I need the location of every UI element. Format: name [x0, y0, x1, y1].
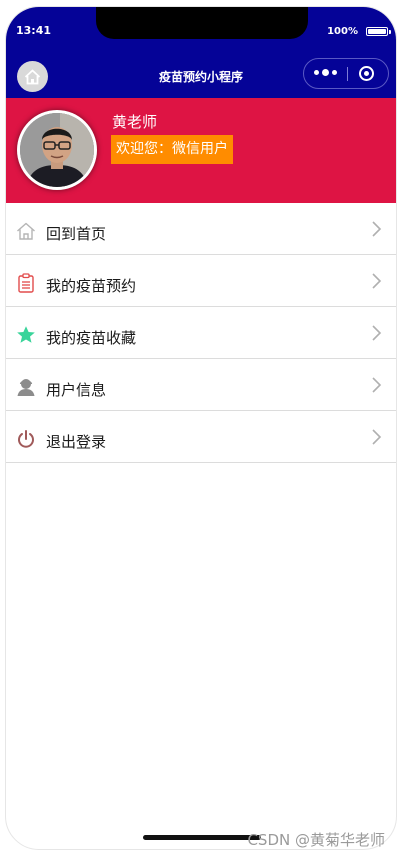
capsule-divider	[347, 67, 348, 81]
more-button[interactable]	[314, 69, 337, 76]
welcome-badge: 欢迎您：微信用户	[111, 135, 233, 164]
menu-list: 回到首页 我的疫苗预约 我的疫苗收藏 用户信息 退出登录	[6, 203, 396, 463]
menu-item-label: 我的疫苗预约	[46, 277, 137, 295]
status-time: 13:41	[16, 24, 52, 37]
menu-item-label: 我的疫苗收藏	[46, 329, 137, 347]
chevron-right-icon	[372, 377, 382, 393]
user-icon	[17, 379, 35, 396]
watermark: CSDN @黄菊华老师	[247, 831, 385, 849]
menu-item-label: 用户信息	[46, 381, 107, 399]
avatar[interactable]	[17, 110, 97, 190]
notch	[96, 7, 308, 39]
profile-banner: 黄老师 欢迎您：微信用户	[6, 98, 396, 203]
home-indicator	[143, 835, 261, 840]
menu-item-home[interactable]: 回到首页	[6, 203, 396, 255]
chevron-right-icon	[372, 273, 382, 289]
menu-item-my-favorites[interactable]: 我的疫苗收藏	[6, 307, 396, 359]
user-name: 黄老师	[112, 113, 158, 131]
avatar-image	[20, 113, 94, 187]
star-icon	[17, 326, 35, 343]
chevron-right-icon	[372, 221, 382, 237]
menu-item-label: 回到首页	[46, 225, 107, 243]
battery-icon	[366, 27, 388, 36]
avatar-photo	[20, 113, 94, 187]
menu-item-user-info[interactable]: 用户信息	[6, 359, 396, 411]
more-dot-icon	[332, 70, 337, 75]
power-icon	[18, 430, 34, 448]
header: 13:41 100% 疫苗预约小程序	[6, 7, 396, 98]
clipboard-icon	[18, 273, 34, 293]
home-icon	[17, 222, 35, 240]
chevron-right-icon	[372, 325, 382, 341]
more-dot-icon	[322, 69, 329, 76]
battery-percent: 100%	[327, 26, 358, 37]
more-dot-icon	[314, 70, 319, 75]
battery-tip	[389, 30, 391, 34]
phone-frame: 13:41 100% 疫苗预约小程序 黄老师 欢迎您：微信用户 回到首页 我的疫…	[5, 6, 397, 850]
menu-item-my-appointments[interactable]: 我的疫苗预约	[6, 255, 396, 307]
close-miniprogram-button[interactable]	[359, 66, 374, 81]
menu-item-label: 退出登录	[46, 433, 107, 451]
menu-item-logout[interactable]: 退出登录	[6, 411, 396, 463]
mini-program-capsule	[303, 58, 389, 89]
chevron-right-icon	[372, 429, 382, 445]
